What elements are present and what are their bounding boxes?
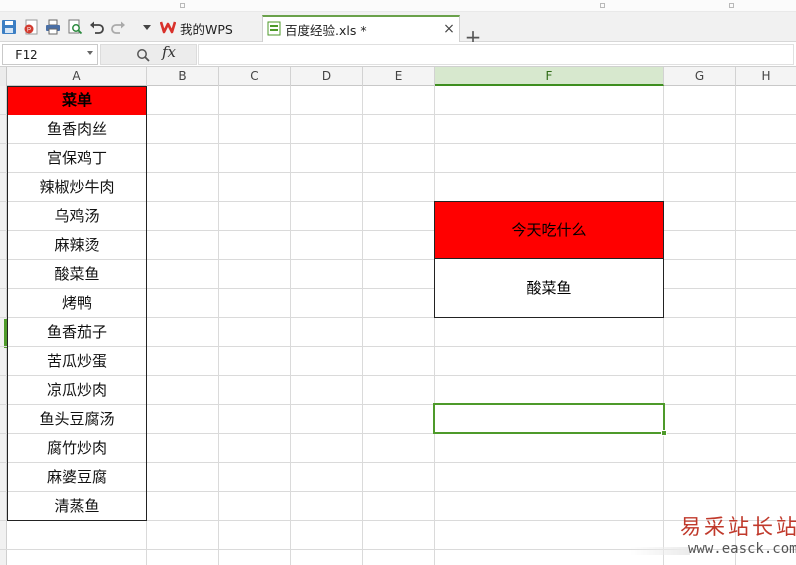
save-icon[interactable] — [0, 18, 18, 36]
column-header-c[interactable]: C — [219, 67, 291, 86]
formula-bar: F12 fx — [0, 42, 796, 67]
menu-item-cell[interactable]: 鱼头豆腐汤 — [7, 405, 147, 434]
tab-my-wps[interactable]: 我的WPS — [159, 15, 260, 42]
column-header-g[interactable]: G — [664, 67, 736, 86]
menu-item-cell[interactable]: 乌鸡汤 — [7, 202, 147, 231]
export-pdf-icon[interactable]: P — [22, 18, 40, 36]
redo-icon[interactable] — [109, 18, 127, 36]
print-icon[interactable] — [44, 18, 62, 36]
more-dropdown-icon[interactable] — [138, 18, 156, 36]
close-tab-icon[interactable]: × — [443, 22, 455, 36]
name-box[interactable]: F12 — [2, 44, 98, 65]
watermark-url: www.easck.com — [688, 541, 796, 557]
selected-cell-f12[interactable] — [433, 403, 665, 434]
column-header-b[interactable]: B — [147, 67, 219, 86]
chevron-down-icon[interactable] — [87, 51, 93, 55]
column-header-d[interactable]: D — [291, 67, 363, 86]
menu-item-cell[interactable]: 辣椒炒牛肉 — [7, 173, 147, 202]
column-header-e[interactable]: E — [363, 67, 435, 86]
menu-item-cell[interactable]: 鱼香茄子 — [7, 318, 147, 347]
window-top-strip — [0, 0, 796, 12]
formula-tools — [100, 44, 197, 65]
menu-item-cell[interactable]: 腐竹炒肉 — [7, 434, 147, 463]
name-box-value: F12 — [15, 47, 38, 62]
menu-item-cell[interactable]: 宫保鸡丁 — [7, 144, 147, 173]
menu-item-cell[interactable]: 凉瓜炒肉 — [7, 376, 147, 405]
spreadsheet-file-icon — [267, 21, 281, 39]
column-header-f[interactable]: F — [435, 67, 664, 86]
worksheet-grid[interactable]: 菜单 鱼香肉丝 宫保鸡丁 辣椒炒牛肉 乌鸡汤 麻辣烫 酸菜鱼 烤鸭 鱼香茄子 苦… — [0, 86, 796, 565]
formula-input[interactable] — [198, 44, 794, 65]
fill-handle[interactable] — [661, 430, 667, 436]
tab-corner-mark — [600, 3, 605, 8]
answer-cell[interactable]: 酸菜鱼 — [434, 259, 664, 318]
tab-corner-mark — [729, 3, 734, 8]
zoom-search-icon[interactable] — [136, 47, 150, 66]
svg-text:P: P — [27, 28, 31, 34]
menu-header-cell[interactable]: 菜单 — [7, 86, 147, 115]
column-header-a[interactable]: A — [7, 67, 147, 86]
print-preview-icon[interactable] — [66, 18, 84, 36]
tab-bar: P 我的WPS 百度经验.xls * × + — [0, 12, 796, 47]
wps-logo-icon — [159, 20, 177, 37]
watermark-fade — [630, 547, 690, 555]
site-watermark: 易采站长站 www.easck.com — [630, 503, 796, 565]
watermark-text: 易采站长站 — [680, 515, 796, 539]
undo-icon[interactable] — [88, 18, 106, 36]
menu-item-cell[interactable]: 麻辣烫 — [7, 231, 147, 260]
menu-item-cell[interactable]: 清蒸鱼 — [7, 492, 147, 521]
column-headers: A B C D E F G H — [0, 67, 796, 86]
menu-item-cell[interactable]: 烤鸭 — [7, 289, 147, 318]
column-header-h[interactable]: H — [736, 67, 796, 86]
tab-document[interactable]: 百度经验.xls * × — [262, 15, 460, 42]
insert-function-icon[interactable]: fx — [162, 43, 176, 61]
tab-label: 我的WPS — [180, 22, 233, 37]
menu-item-cell[interactable]: 鱼香肉丝 — [7, 115, 147, 144]
select-all-corner[interactable] — [0, 67, 7, 86]
menu-item-cell[interactable]: 麻婆豆腐 — [7, 463, 147, 492]
tab-corner-mark — [180, 3, 185, 8]
menu-item-cell[interactable]: 酸菜鱼 — [7, 260, 147, 289]
tab-label: 百度经验.xls * — [285, 23, 367, 38]
menu-item-cell[interactable]: 苦瓜炒蛋 — [7, 347, 147, 376]
question-cell[interactable]: 今天吃什么 — [434, 201, 664, 259]
